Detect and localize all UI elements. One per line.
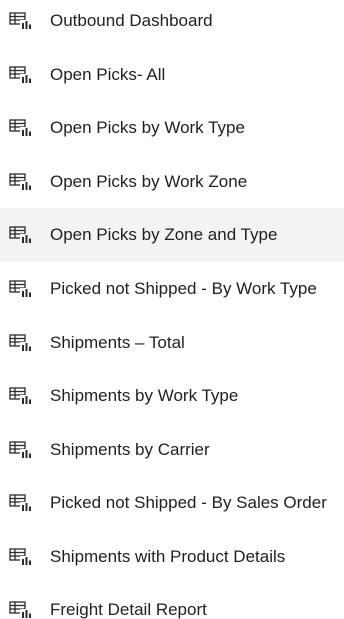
table-chart-report-icon [9,441,32,459]
report-item-shipments-by-carrier[interactable]: Shipments by Carrier [0,423,344,477]
report-list: Outbound Dashboard Open Picks- All Open … [0,0,344,619]
report-item-outbound-dashboard[interactable]: Outbound Dashboard [0,0,344,48]
table-chart-report-icon [9,12,32,30]
report-label: Open Picks by Work Type [50,118,245,137]
report-item-shipments-total[interactable]: Shipments – Total [0,316,344,370]
report-item-shipments-with-product-details[interactable]: Shipments with Product Details [0,530,344,584]
report-label: Open Picks- All [50,65,166,84]
report-item-open-picks-by-work-zone[interactable]: Open Picks by Work Zone [0,155,344,209]
table-chart-report-icon [9,548,32,566]
report-label: Shipments with Product Details [50,547,286,566]
table-chart-report-icon [9,173,32,191]
table-chart-report-icon [9,226,32,244]
report-label: Shipments by Work Type [50,386,239,405]
table-chart-report-icon [9,66,32,84]
report-label: Open Picks by Work Zone [50,172,248,191]
table-chart-report-icon [9,601,32,619]
table-chart-report-icon [9,387,32,405]
report-item-open-picks-by-work-type[interactable]: Open Picks by Work Type [0,101,344,155]
report-label: Picked not Shipped - By Work Type [50,279,317,298]
report-item-picked-not-shipped-by-work-type[interactable]: Picked not Shipped - By Work Type [0,262,344,316]
report-item-picked-not-shipped-by-sales-order[interactable]: Picked not Shipped - By Sales Order [0,476,344,530]
table-chart-report-icon [9,280,32,298]
report-item-open-picks-by-zone-and-type[interactable]: Open Picks by Zone and Type [0,208,344,262]
report-label: Shipments – Total [50,333,185,352]
report-label: Picked not Shipped - By Sales Order [50,493,327,512]
report-item-freight-detail-report[interactable]: Freight Detail Report [0,583,344,619]
report-label: Freight Detail Report [50,600,207,619]
report-label: Shipments by Carrier [50,440,210,459]
report-item-open-picks-all[interactable]: Open Picks- All [0,48,344,102]
table-chart-report-icon [9,334,32,352]
report-label: Outbound Dashboard [50,11,213,30]
table-chart-report-icon [9,494,32,512]
report-label: Open Picks by Zone and Type [50,225,278,244]
table-chart-report-icon [9,119,32,137]
report-item-shipments-by-work-type[interactable]: Shipments by Work Type [0,369,344,423]
